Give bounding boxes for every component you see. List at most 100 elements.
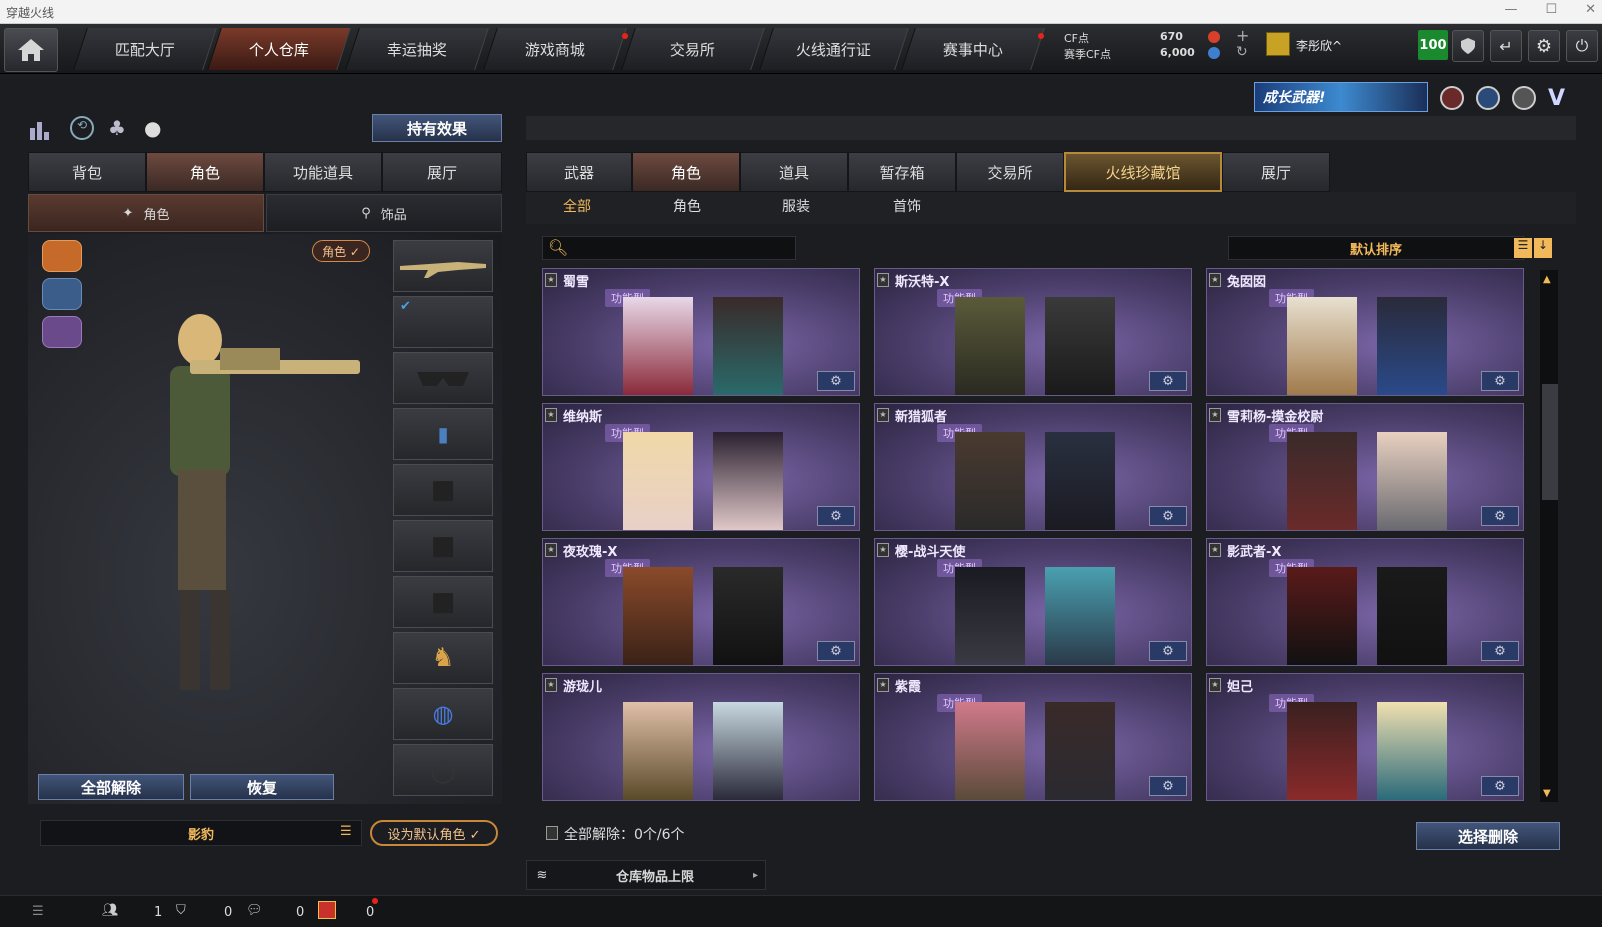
gear-icon[interactable]: ⚙ xyxy=(1149,506,1187,526)
gear-icon[interactable]: ⚙ xyxy=(1149,371,1187,391)
shield-button[interactable] xyxy=(1452,30,1484,62)
character-name-field[interactable]: 影豹 xyxy=(40,820,362,846)
slot-backpack[interactable]: ■ xyxy=(393,464,493,516)
sort-list-icon[interactable]: ☰ xyxy=(1514,238,1532,258)
holding-effects-button[interactable]: 持有效果 xyxy=(372,114,502,142)
card-shadow-warrior-x[interactable]: ★影武者-X功能型⚙ xyxy=(1206,538,1524,666)
globe-icon[interactable] xyxy=(1476,86,1500,110)
scroll-thumb[interactable] xyxy=(1542,384,1558,500)
left-tab-functional[interactable]: 功能道具 xyxy=(264,152,382,192)
stats-icon[interactable] xyxy=(30,118,54,140)
gear-icon[interactable]: ⚙ xyxy=(817,371,855,391)
badge-icon[interactable] xyxy=(1440,86,1464,110)
slot-radio[interactable]: ▮ xyxy=(393,408,493,460)
scroll-down-icon[interactable]: ▼ xyxy=(1543,788,1551,799)
chat-icon[interactable]: 💬︎ xyxy=(246,903,263,918)
camp-icon-1[interactable] xyxy=(42,240,82,272)
slot-pants[interactable]: ■ xyxy=(393,576,493,628)
growth-weapon-banner[interactable]: 成长武器! xyxy=(1254,82,1428,112)
left-subtab-character[interactable]: ✦ 角色 xyxy=(28,194,264,232)
slot-eyes[interactable] xyxy=(393,352,493,404)
slot-pet[interactable]: ♞ xyxy=(393,632,493,684)
release-all-button[interactable]: 全部解除 xyxy=(38,774,184,800)
card-daji[interactable]: ★妲己功能型⚙ xyxy=(1206,673,1524,801)
sort-arrow-icon[interactable]: ↓ xyxy=(1534,238,1552,258)
list-icon[interactable]: ☰ xyxy=(340,824,358,840)
slot-head[interactable]: ✔ xyxy=(393,296,493,348)
nav-tab-warehouse[interactable]: 个人仓库 xyxy=(207,28,351,70)
right-tab-items[interactable]: 道具 xyxy=(740,152,848,192)
slot-primary-weapon[interactable] xyxy=(393,240,493,292)
gear-icon[interactable]: ⚙ xyxy=(1149,776,1187,796)
maximize-icon[interactable]: ☐ xyxy=(1545,2,1557,17)
right-subtab-jewelry[interactable]: 首饰 xyxy=(893,196,921,216)
nav-tab-shop[interactable]: 游戏商城 xyxy=(483,28,627,70)
gear-icon[interactable]: ⚙ xyxy=(1481,641,1519,661)
card-scrollbar[interactable] xyxy=(1540,270,1558,802)
right-tab-showroom[interactable]: 展厅 xyxy=(1222,152,1330,192)
grenade-icon[interactable]: ● xyxy=(144,116,161,140)
menu-icon[interactable]: ☰ xyxy=(32,904,44,919)
sort-dropdown[interactable]: 默认排序 xyxy=(1228,236,1524,260)
gear-icon[interactable]: ⚙ xyxy=(1481,506,1519,526)
card-you-longer[interactable]: ★ 游珑儿 xyxy=(542,673,860,801)
gear-icon[interactable]: ⚙ xyxy=(1149,641,1187,661)
gear-icon[interactable]: ⚙ xyxy=(817,641,855,661)
card-shuxue[interactable]: ★蜀雪功能型⚙ xyxy=(542,268,860,396)
friends-icon[interactable]: 👥︎ xyxy=(102,903,119,918)
nav-tab-lottery[interactable]: 幸运抽奖 xyxy=(345,28,489,70)
capacity-bar[interactable]: ≋ 仓库物品上限 ▸ xyxy=(526,860,766,890)
card-shirley-yang[interactable]: ★雪莉杨-摸金校尉功能型⚙ xyxy=(1206,403,1524,531)
right-tab-character[interactable]: 角色 xyxy=(632,152,740,192)
right-tab-exchange[interactable]: 交易所 xyxy=(956,152,1064,192)
right-tab-collection[interactable]: 火线珍藏馆 xyxy=(1064,152,1222,192)
nav-tab-events[interactable]: 赛事中心 xyxy=(901,28,1045,70)
settings-button[interactable]: ⚙ xyxy=(1528,30,1560,62)
search-input[interactable] xyxy=(542,236,796,260)
gear-icon[interactable]: ⚙ xyxy=(817,506,855,526)
restore-button[interactable]: 恢复 xyxy=(190,774,334,800)
left-tab-backpack[interactable]: 背包 xyxy=(28,152,146,192)
card-sakura-angel[interactable]: ★樱-战斗天使功能型⚙ xyxy=(874,538,1192,666)
left-tab-character[interactable]: 角色 xyxy=(146,152,264,192)
card-new-fox-hunter[interactable]: ★新猎狐者功能型⚙ xyxy=(874,403,1192,531)
select-delete-button[interactable]: 选择删除 xyxy=(1416,822,1560,850)
release-all-icon[interactable] xyxy=(546,826,558,840)
nav-tab-match-hall[interactable]: 匹配大厅 xyxy=(73,28,217,70)
v-logo-icon[interactable]: V xyxy=(1548,86,1565,111)
left-subtab-accessory[interactable]: ⚲ 饰品 xyxy=(266,194,502,232)
set-default-button[interactable]: 设为默认角色 ✓ xyxy=(370,820,498,846)
nav-tab-exchange[interactable]: 交易所 xyxy=(621,28,765,70)
home-button[interactable] xyxy=(4,28,58,72)
right-subtab-costume[interactable]: 服装 xyxy=(782,196,810,216)
camp-icon-2[interactable] xyxy=(42,278,82,310)
card-swat-x[interactable]: ★斯沃特-X功能型⚙ xyxy=(874,268,1192,396)
minimize-icon[interactable]: — xyxy=(1504,2,1517,17)
slot-ring[interactable]: ◍ xyxy=(393,688,493,740)
rotate-icon[interactable]: ⟲ xyxy=(70,116,94,140)
refresh-icon[interactable]: ↻ xyxy=(1236,44,1248,60)
camp-icon-3[interactable] xyxy=(42,316,82,348)
card-zixia[interactable]: ★紫霞功能型⚙ xyxy=(874,673,1192,801)
slot-vest[interactable]: ■ xyxy=(393,520,493,572)
card-tunannan[interactable]: ★兔囡囡功能型⚙ xyxy=(1206,268,1524,396)
role-tag[interactable]: 角色 ✓ xyxy=(312,240,370,262)
character-pose-icon[interactable]: ♣ xyxy=(108,116,126,140)
card-venus[interactable]: ★维纳斯功能型⚙ xyxy=(542,403,860,531)
close-icon[interactable]: ✕ xyxy=(1585,2,1596,17)
scroll-up-icon[interactable]: ▲ xyxy=(1543,274,1551,285)
slot-accessory[interactable]: ○ xyxy=(393,744,493,796)
gift-icon[interactable] xyxy=(318,901,336,919)
exit-room-button[interactable]: ↵ xyxy=(1490,30,1522,62)
add-cf-icon[interactable]: + xyxy=(1236,26,1249,45)
right-subtab-character[interactable]: 角色 xyxy=(673,196,701,216)
gear-icon[interactable]: ⚙ xyxy=(1481,776,1519,796)
right-tab-storage[interactable]: 暂存箱 xyxy=(848,152,956,192)
emblem-icon[interactable] xyxy=(1512,86,1536,110)
left-tab-showroom[interactable]: 展厅 xyxy=(382,152,502,192)
card-night-rose-x[interactable]: ★夜玫瑰-X功能型⚙ xyxy=(542,538,860,666)
right-tab-weapon[interactable]: 武器 xyxy=(526,152,632,192)
right-subtab-all[interactable]: 全部 xyxy=(563,196,591,216)
shield-small-icon[interactable]: ⛉ xyxy=(176,903,186,918)
power-button[interactable]: ⏻ xyxy=(1566,30,1598,62)
